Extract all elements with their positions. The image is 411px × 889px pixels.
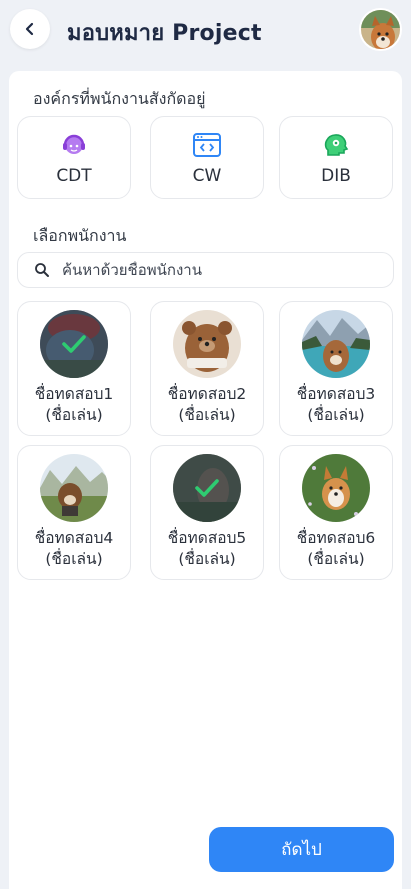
- search-icon: [34, 262, 50, 278]
- org-button-dib[interactable]: DIB: [279, 116, 393, 199]
- back-button[interactable]: [10, 9, 50, 49]
- main-card: องค์กรที่พนักงานสังกัดอยู่ CDT CW DIB เล…: [9, 71, 402, 889]
- org-button-cw[interactable]: CW: [150, 116, 264, 199]
- employee-nickname: (ชื่อเล่น): [178, 550, 236, 568]
- headset-user-icon: [59, 130, 89, 160]
- employee-name: ชื่อทดสอบ5: [167, 529, 247, 547]
- employee-card-4[interactable]: ชื่อทดสอบ4 (ชื่อเล่น): [17, 445, 131, 580]
- employee-nickname: (ชื่อเล่น): [45, 550, 103, 568]
- org-label: DIB: [321, 165, 351, 186]
- employee-section-label: เลือกพนักงาน: [33, 226, 127, 245]
- search-box[interactable]: [17, 252, 394, 288]
- user-avatar[interactable]: [359, 8, 402, 51]
- employee-nickname: (ชื่อเล่น): [307, 406, 365, 424]
- head-gear-icon: [321, 130, 351, 160]
- app-header: มอบหมาย Project: [0, 0, 411, 64]
- org-label: CDT: [56, 165, 92, 186]
- employee-nickname: (ชื่อเล่น): [178, 406, 236, 424]
- employee-card-3[interactable]: ชื่อทดสอบ3 (ชื่อเล่น): [279, 301, 393, 436]
- org-section-label: องค์กรที่พนักงานสังกัดอยู่: [33, 89, 206, 108]
- employee-nickname: (ชื่อเล่น): [45, 406, 103, 424]
- page-title: มอบหมาย Project: [67, 21, 262, 46]
- employee-card-6[interactable]: ชื่อทดสอบ6 (ชื่อเล่น): [279, 445, 393, 580]
- employee-avatar: [302, 454, 370, 522]
- employee-avatar: [173, 310, 241, 378]
- employee-name: ชื่อทดสอบ4: [34, 529, 114, 547]
- employee-card-5[interactable]: ชื่อทดสอบ5 (ชื่อเล่น): [150, 445, 264, 580]
- org-label: CW: [192, 165, 222, 186]
- employee-name: ชื่อทดสอบ3: [296, 385, 376, 403]
- search-input[interactable]: [62, 261, 362, 279]
- check-icon: [62, 335, 86, 353]
- employee-card-1[interactable]: ชื่อทดสอบ1 (ชื่อเล่น): [17, 301, 131, 436]
- employee-name: ชื่อทดสอบ2: [167, 385, 247, 403]
- selected-overlay: [40, 310, 108, 378]
- employee-avatar: [40, 454, 108, 522]
- chevron-left-icon: [25, 22, 34, 36]
- employee-name: ชื่อทดสอบ1: [34, 385, 114, 403]
- employee-avatar: [302, 310, 370, 378]
- employee-nickname: (ชื่อเล่น): [307, 550, 365, 568]
- check-icon: [195, 479, 219, 497]
- employee-avatar: [173, 454, 241, 522]
- org-button-cdt[interactable]: CDT: [17, 116, 131, 199]
- next-button[interactable]: ถัดไป: [209, 827, 394, 872]
- code-window-icon: [192, 130, 222, 160]
- employee-card-2[interactable]: ชื่อทดสอบ2 (ชื่อเล่น): [150, 301, 264, 436]
- employee-name: ชื่อทดสอบ6: [296, 529, 376, 547]
- selected-overlay: [173, 454, 241, 522]
- employee-avatar: [40, 310, 108, 378]
